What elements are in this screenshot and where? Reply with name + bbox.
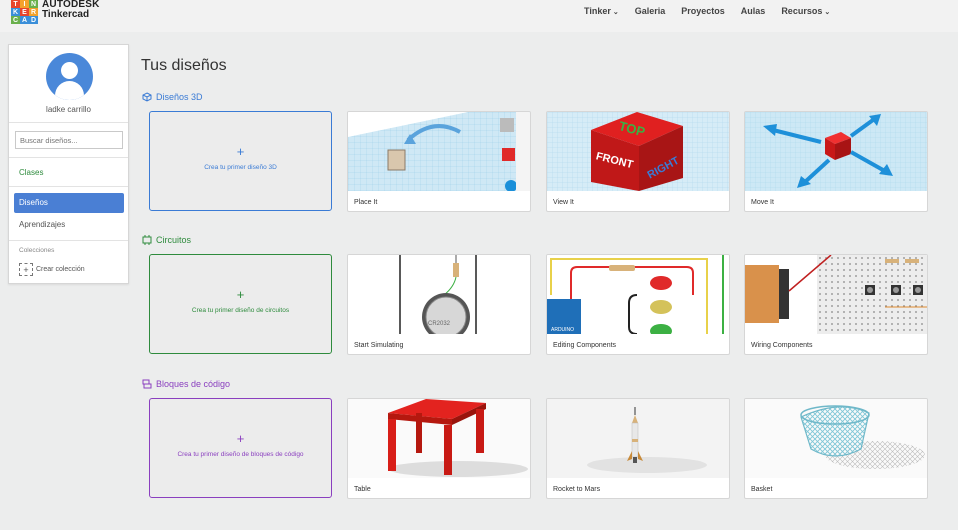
logo-letter: C: [11, 16, 20, 24]
logo-letter: E: [20, 8, 29, 16]
create-3d-design-button[interactable]: + Crea tu primer diseño 3D: [149, 111, 332, 211]
divider: [9, 186, 128, 187]
nav-label: Proyectos: [681, 6, 725, 16]
card-title: Start Simulating: [354, 342, 404, 349]
logo-letter: T: [11, 0, 20, 8]
section-header-circuits: Circuitos: [142, 235, 191, 245]
code-blocks-icon: [142, 379, 152, 389]
view-it-thumbnail: TOP FRONT RIGHT: [547, 112, 729, 191]
nav-label: Galeria: [634, 6, 666, 16]
card-title: Table: [354, 486, 371, 493]
design-card-move-it[interactable]: Move It: [744, 111, 928, 212]
design-card-basket[interactable]: Basket: [744, 398, 928, 499]
create-collection-label: Crear colección: [36, 266, 85, 273]
main-nav: Tinker ⌄ Galeria Proyectos Aulas Recursos…: [584, 6, 846, 16]
avatar[interactable]: [46, 53, 93, 100]
svg-text:CR2032: CR2032: [428, 321, 451, 327]
svg-text:ARDUINO: ARDUINO: [551, 327, 574, 333]
plus-icon: +: [236, 144, 245, 159]
logo-letter: R: [29, 8, 38, 16]
nav-label: Recursos: [781, 6, 823, 16]
section-header-code-blocks: Bloques de código: [142, 379, 230, 389]
plus-icon: +: [19, 263, 33, 276]
card-title: Rocket to Mars: [553, 486, 601, 493]
design-card-wiring-components[interactable]: Wiring Components: [744, 254, 928, 355]
nav-label: Tinker: [584, 6, 611, 16]
create-code-blocks-design-button[interactable]: + Crea tu primer diseño de bloques de có…: [149, 398, 332, 498]
card-title: Wiring Components: [751, 342, 813, 349]
nav-galeria[interactable]: Galeria: [635, 6, 666, 16]
cube-icon: [142, 92, 152, 102]
divider: [9, 122, 128, 123]
start-simulating-thumbnail: CR2032: [348, 255, 530, 334]
avatar-body-icon: [55, 81, 84, 100]
section-title: Bloques de código: [156, 379, 231, 389]
username: ladke carrillo: [46, 105, 91, 114]
logo-letter: K: [11, 8, 20, 16]
chevron-down-icon: ⌄: [612, 9, 619, 16]
plus-icon: +: [236, 287, 245, 302]
sidebar: ladke carrillo Clases Diseños Aprendizaj…: [8, 44, 129, 284]
page-title: Tus diseños: [141, 57, 227, 74]
nav-proyectos[interactable]: Proyectos: [681, 6, 725, 16]
create-text: Crea tu primer diseño de bloques de códi…: [177, 451, 304, 458]
editing-components-thumbnail: ARDUINO: [547, 255, 729, 334]
logo-letter: I: [20, 0, 29, 8]
create-collection-button[interactable]: + Crear colección: [19, 263, 85, 276]
sidebar-item-learning[interactable]: Aprendizajes: [19, 220, 65, 229]
plus-icon: +: [236, 431, 245, 446]
nav-tinker[interactable]: Tinker ⌄: [584, 6, 619, 16]
card-title: View It: [553, 199, 574, 206]
collections-label: Colecciones: [19, 247, 55, 254]
card-title: Place It: [354, 199, 378, 206]
design-card-start-simulating[interactable]: CR2032 Start Simulating: [347, 254, 531, 355]
place-it-thumbnail: [348, 112, 530, 191]
brand-tinkercad: Tinkercad: [42, 9, 90, 20]
design-card-view-it[interactable]: TOP FRONT RIGHT View It: [546, 111, 730, 212]
design-card-rocket-to-mars[interactable]: Rocket to Mars: [546, 398, 730, 499]
sidebar-item-designs[interactable]: Diseños: [14, 193, 124, 213]
wiring-components-thumbnail: [745, 255, 927, 334]
table-thumbnail: [348, 399, 530, 478]
section-header-3d: Diseños 3D: [142, 92, 203, 102]
rocket-to-mars-thumbnail: [547, 399, 729, 478]
brand[interactable]: AUTODESK Tinkercad: [42, 0, 100, 20]
nav-recursos[interactable]: Recursos ⌄: [781, 6, 830, 16]
section-title: Circuitos: [156, 235, 192, 245]
divider: [9, 240, 128, 241]
logo-letter: N: [29, 0, 38, 8]
section-title: Diseños 3D: [156, 92, 203, 102]
sidebar-item-classes[interactable]: Clases: [19, 168, 43, 177]
design-card-table[interactable]: Table: [347, 398, 531, 499]
search-input[interactable]: [15, 131, 123, 149]
card-title: Basket: [751, 486, 773, 493]
chevron-down-icon: ⌄: [824, 9, 831, 16]
tinkercad-logo[interactable]: T I N K E R C A D: [11, 0, 38, 24]
create-circuit-design-button[interactable]: + Crea tu primer diseño de circuitos: [149, 254, 332, 354]
logo-letter: A: [20, 16, 29, 24]
create-text: Crea tu primer diseño 3D: [204, 164, 277, 171]
circuit-icon: [142, 235, 152, 245]
sidebar-item-label: Diseños: [19, 198, 48, 207]
avatar-head-icon: [61, 62, 78, 79]
divider: [9, 157, 128, 158]
nav-label: Aulas: [740, 6, 766, 16]
logo-letter: D: [29, 16, 38, 24]
basket-thumbnail: [745, 399, 927, 478]
card-title: Move It: [751, 199, 774, 206]
design-card-place-it[interactable]: Place It: [347, 111, 531, 212]
design-card-editing-components[interactable]: ARDUINO Editing Components: [546, 254, 730, 355]
card-title: Editing Components: [553, 342, 617, 349]
nav-aulas[interactable]: Aulas: [741, 6, 766, 16]
create-text: Crea tu primer diseño de circuitos: [191, 307, 290, 314]
move-it-thumbnail: [745, 112, 927, 191]
top-bar: T I N K E R C A D AUTODESK Tinkercad Tin…: [0, 0, 958, 32]
